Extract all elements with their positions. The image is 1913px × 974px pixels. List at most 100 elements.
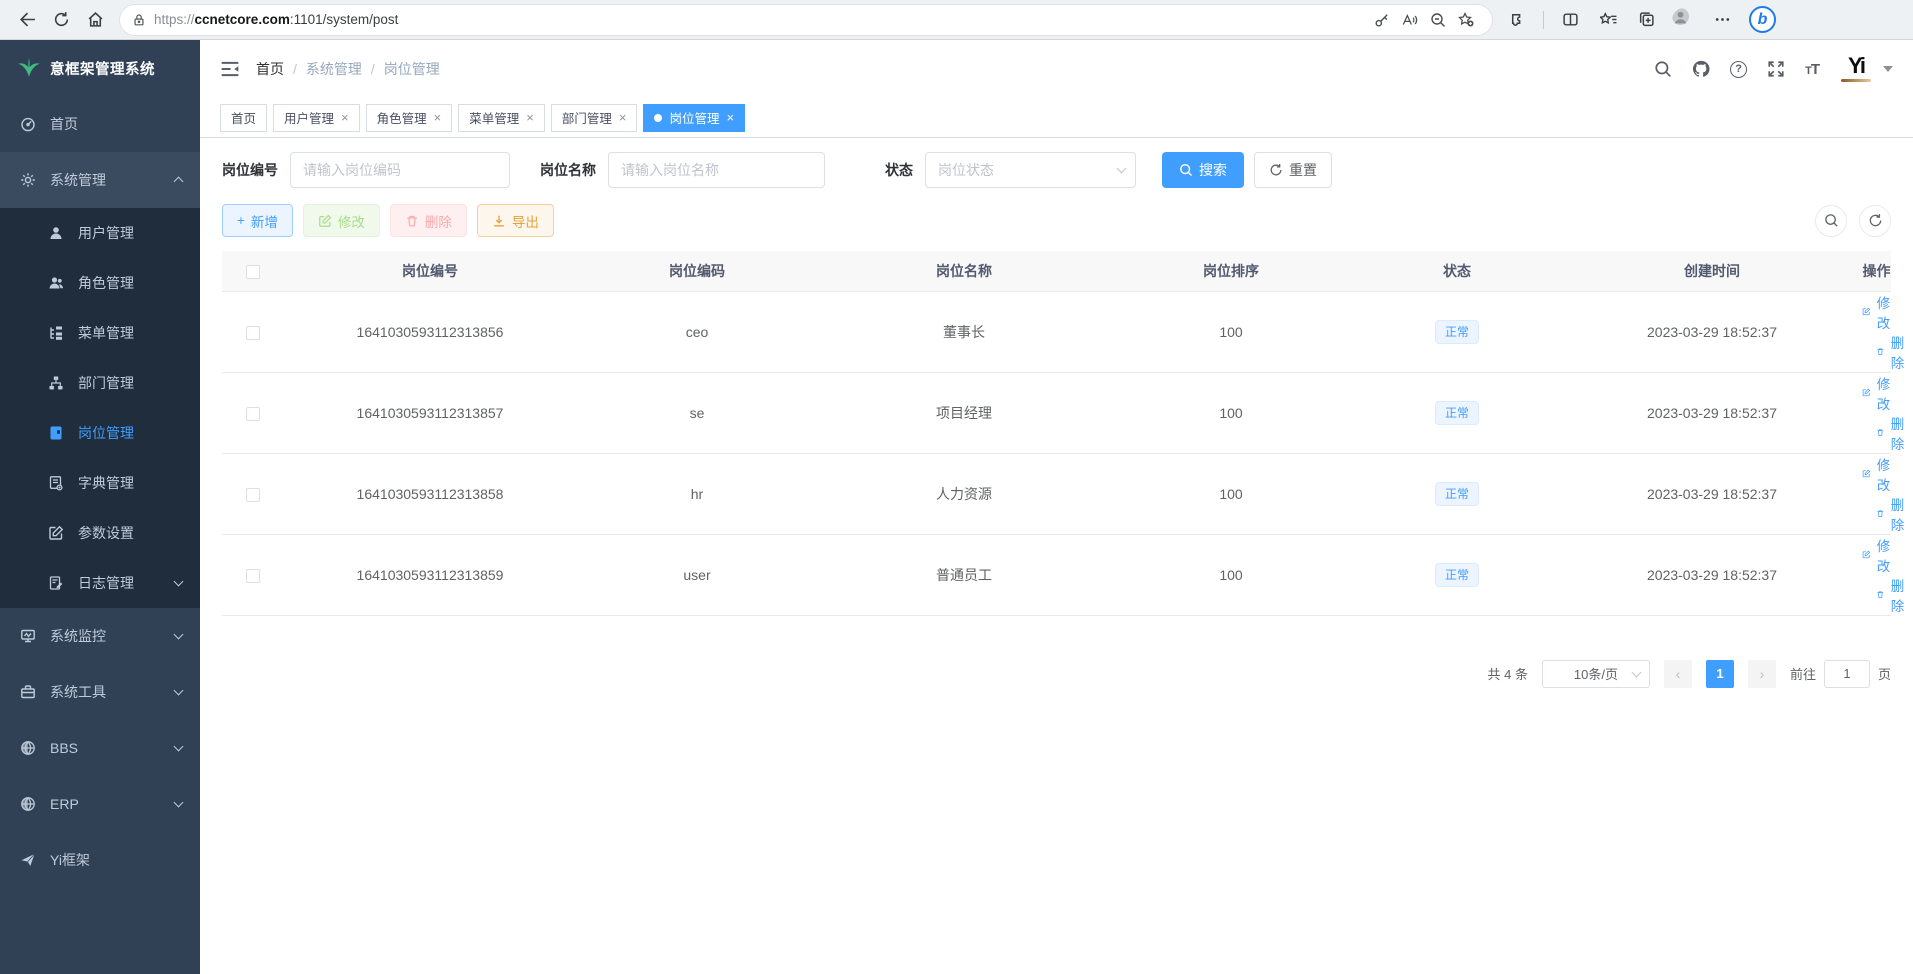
sidebar-item-system-monitor[interactable]: 系统监控 — [0, 608, 200, 664]
reset-button[interactable]: 重置 — [1254, 152, 1332, 188]
row-delete-button[interactable]: 删除 — [1876, 413, 1907, 453]
settings-menu-icon[interactable] — [1705, 5, 1739, 35]
browser-actions: b — [1500, 5, 1776, 35]
row-edit-button[interactable]: 修改 — [1862, 292, 1893, 332]
sidebar-item-dict-mgmt[interactable]: 字典管理 — [0, 458, 200, 508]
close-icon[interactable]: × — [341, 111, 349, 124]
row-edit-button[interactable]: 修改 — [1862, 535, 1893, 575]
close-icon[interactable]: × — [526, 111, 534, 124]
back-icon[interactable] — [10, 5, 44, 35]
next-page-button[interactable]: › — [1748, 660, 1776, 688]
filter-form: 岗位编号 岗位名称 状态 搜索 重置 — [222, 152, 1891, 188]
sidebar-item-user-mgmt[interactable]: 用户管理 — [0, 208, 200, 258]
add-favorite-icon[interactable] — [1452, 7, 1480, 33]
sidebar-item-role-mgmt[interactable]: 角色管理 — [0, 258, 200, 308]
table-row: 1641030593112313857 se 项目经理 100 正常 2023-… — [222, 372, 1891, 453]
paper-plane-icon — [20, 852, 36, 868]
row-checkbox[interactable] — [246, 407, 260, 421]
close-icon[interactable]: × — [726, 111, 734, 124]
favorites-icon[interactable] — [1591, 5, 1625, 35]
table-row: 1641030593112313856 ceo 董事长 100 正常 2023-… — [222, 291, 1891, 372]
tab-menu-mgmt[interactable]: 菜单管理 × — [458, 104, 545, 132]
split-screen-icon[interactable] — [1553, 5, 1587, 35]
github-icon[interactable] — [1692, 60, 1710, 78]
refresh-icon[interactable] — [44, 5, 78, 35]
row-delete-button[interactable]: 删除 — [1876, 575, 1907, 615]
close-icon[interactable]: × — [619, 111, 627, 124]
tab-dept-mgmt[interactable]: 部门管理 × — [551, 104, 638, 132]
cell-post-name: 项目经理 — [818, 372, 1110, 453]
search-icon[interactable] — [1654, 60, 1672, 78]
sidebar-item-bbs[interactable]: BBS — [0, 720, 200, 776]
sidebar-item-menu-mgmt[interactable]: 菜单管理 — [0, 308, 200, 358]
tab-role-mgmt[interactable]: 角色管理 × — [366, 104, 453, 132]
cell-created: 2023-03-29 18:52:37 — [1562, 534, 1862, 615]
sidebar-item-home[interactable]: 首页 — [0, 96, 200, 152]
page-1-button[interactable]: 1 — [1706, 660, 1734, 688]
user-menu[interactable]: Yi — [1839, 54, 1893, 84]
tab-home[interactable]: 首页 — [220, 104, 267, 132]
sidebar-item-post-mgmt[interactable]: 岗位管理 — [0, 408, 200, 458]
sidebar-item-erp[interactable]: ERP — [0, 776, 200, 832]
help-icon[interactable]: ? — [1730, 61, 1747, 78]
text-size-icon[interactable]: TT — [1805, 61, 1819, 78]
fullscreen-icon[interactable] — [1767, 60, 1785, 78]
export-button[interactable]: 导出 — [477, 204, 554, 237]
sidebar-item-system-mgmt[interactable]: 系统管理 — [0, 152, 200, 208]
sidebar-item-system-tools[interactable]: 系统工具 — [0, 664, 200, 720]
zoom-out-icon[interactable] — [1424, 7, 1452, 33]
add-button[interactable]: + 新增 — [222, 204, 293, 237]
active-dot — [654, 114, 662, 122]
collections-icon[interactable] — [1629, 5, 1663, 35]
tab-post-mgmt[interactable]: 岗位管理 × — [643, 104, 745, 132]
sidebar-item-label: 系统监控 — [50, 626, 106, 646]
url-text[interactable]: https://ccnetcore.com:1101/system/post — [154, 12, 1368, 27]
password-key-icon[interactable] — [1368, 7, 1396, 33]
row-checkbox[interactable] — [246, 326, 260, 340]
sidebar-item-label: 首页 — [50, 114, 78, 134]
row-delete-button[interactable]: 删除 — [1876, 332, 1907, 372]
profile-avatar-icon[interactable] — [1667, 5, 1701, 35]
tab-user-mgmt[interactable]: 用户管理 × — [273, 104, 360, 132]
goto-page-input[interactable] — [1824, 660, 1870, 688]
system-mgmt-submenu: 用户管理 角色管理 菜单管理 — [0, 208, 200, 608]
page-size-select[interactable]: 10条/页 — [1542, 660, 1650, 688]
select-all-checkbox[interactable] — [246, 265, 260, 279]
delete-button[interactable]: 删除 — [390, 204, 467, 237]
status-badge: 正常 — [1435, 563, 1479, 587]
read-aloud-icon[interactable] — [1396, 7, 1424, 33]
sidebar-item-log-mgmt[interactable]: 日志管理 — [0, 558, 200, 608]
breadcrumb-home[interactable]: 首页 — [256, 59, 284, 79]
sidebar-item-yi-framework[interactable]: Yi框架 — [0, 832, 200, 888]
search-button[interactable]: 搜索 — [1162, 152, 1244, 188]
status-label: 状态 — [885, 160, 913, 180]
cell-post-id: 1641030593112313859 — [284, 534, 576, 615]
toggle-search-icon[interactable] — [1815, 205, 1847, 237]
edit-button[interactable]: 修改 — [303, 204, 380, 237]
bing-copilot-icon[interactable]: b — [1749, 6, 1776, 33]
sidebar-item-param-settings[interactable]: 参数设置 — [0, 508, 200, 558]
dictionary-icon — [48, 475, 64, 491]
sidebar-item-dept-mgmt[interactable]: 部门管理 — [0, 358, 200, 408]
sidebar-item-label: 用户管理 — [78, 223, 134, 243]
status-select[interactable] — [925, 152, 1136, 188]
row-checkbox[interactable] — [246, 488, 260, 502]
chevron-down-icon — [1632, 667, 1642, 677]
cell-post-code: hr — [576, 453, 818, 534]
row-checkbox[interactable] — [246, 569, 260, 583]
post-name-input[interactable] — [608, 152, 825, 188]
home-icon[interactable] — [78, 5, 112, 35]
sidebar-item-label: 岗位管理 — [78, 423, 134, 443]
status-select-input[interactable] — [925, 152, 1136, 188]
sidebar-item-label: 部门管理 — [78, 373, 134, 393]
row-edit-button[interactable]: 修改 — [1862, 373, 1893, 413]
row-edit-button[interactable]: 修改 — [1862, 454, 1893, 494]
collapse-sidebar-icon[interactable] — [220, 60, 240, 78]
close-icon[interactable]: × — [434, 111, 442, 124]
refresh-table-icon[interactable] — [1859, 205, 1891, 237]
prev-page-button[interactable]: ‹ — [1664, 660, 1692, 688]
address-bar[interactable]: https://ccnetcore.com:1101/system/post — [120, 5, 1492, 35]
extensions-icon[interactable] — [1500, 5, 1534, 35]
row-delete-button[interactable]: 删除 — [1876, 494, 1907, 534]
post-code-input[interactable] — [290, 152, 510, 188]
